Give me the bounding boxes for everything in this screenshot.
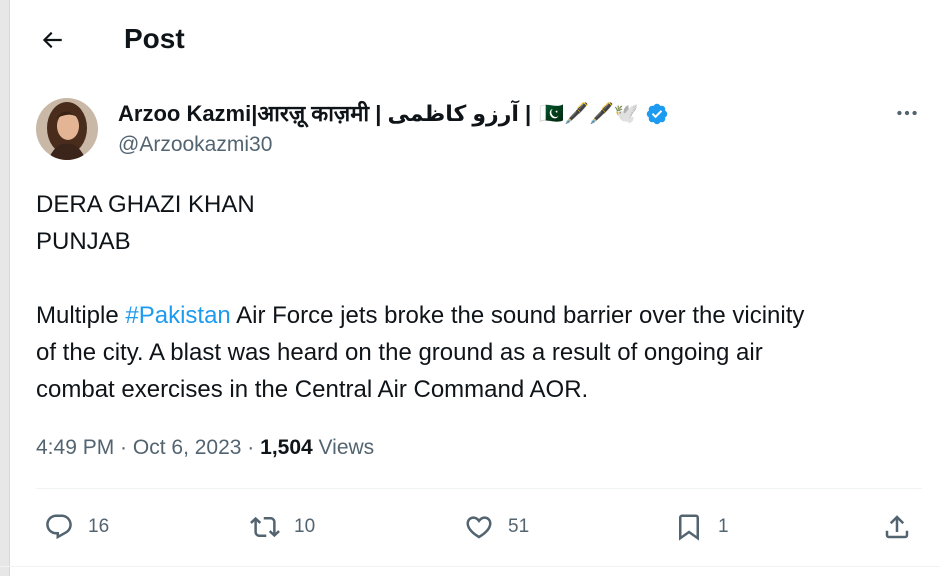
views-count: 1,504: [260, 436, 313, 459]
tweet-paragraph-gap: [36, 260, 926, 297]
like-button[interactable]: 51: [464, 506, 529, 548]
back-button[interactable]: [34, 22, 70, 58]
action-bar: 16 10 51 1: [0, 506, 940, 548]
repost-icon: [250, 516, 280, 538]
author-display-name[interactable]: Arzoo Kazmi|आरज़ू काज़मी | آرزو کاظمی |: [118, 100, 531, 128]
page-title: Post: [124, 23, 185, 54]
tweet-text: DERA GHAZI KHAN PUNJAB Multiple #Pakista…: [36, 186, 926, 408]
tweet-body-rest: Air Force jets broke the sound barrier o…: [230, 302, 805, 329]
tweet-line-region: PUNJAB: [36, 228, 131, 255]
tweet-line-location: DERA GHAZI KHAN: [36, 191, 255, 218]
bookmark-button[interactable]: 1: [674, 506, 729, 548]
arrow-left-icon: [42, 31, 62, 49]
share-button[interactable]: [882, 506, 912, 548]
page-header: Post: [0, 0, 940, 78]
window-left-edge: [0, 0, 9, 576]
views-label: Views: [312, 436, 375, 459]
divider: [36, 488, 922, 489]
share-icon: [885, 515, 909, 539]
more-options-button[interactable]: [890, 98, 924, 128]
like-count: 51: [508, 516, 530, 537]
repost-button[interactable]: 10: [250, 506, 315, 548]
tweet-meta: 4:49 PM · Oct 6, 2023 · 1,504 Views: [36, 434, 374, 462]
column-border: [9, 0, 10, 576]
repost-count: 10: [294, 516, 316, 537]
name-emoji: 🇵🇰🖋️🖋️🕊️: [539, 103, 639, 125]
tweet-body-line-1: Multiple #Pakistan Air Force jets broke …: [36, 297, 926, 334]
meta-separator: ·: [114, 436, 133, 459]
reply-icon: [46, 514, 72, 540]
tweet-date[interactable]: Oct 6, 2023: [133, 436, 242, 459]
verified-badge-icon[interactable]: [645, 102, 669, 126]
tweet-body-line-2: of the city. A blast was heard on the gr…: [36, 339, 763, 366]
avatar[interactable]: [36, 98, 98, 160]
tweet-body-line-3: combat exercises in the Central Air Comm…: [36, 376, 589, 403]
reply-button[interactable]: 16: [44, 506, 109, 548]
profile-photo: [36, 98, 98, 160]
meta-separator: ·: [241, 436, 261, 459]
heart-icon: [466, 516, 492, 539]
bookmark-count: 1: [718, 516, 729, 537]
reply-count: 16: [88, 516, 110, 537]
tweet-body-prefix: Multiple: [36, 302, 126, 329]
author-name-row: Arzoo Kazmi|आरज़ू काज़मी | آرزو کاظمی | …: [118, 98, 669, 130]
author-handle[interactable]: @Arzookazmi30: [118, 132, 272, 158]
bottom-divider: [0, 566, 940, 567]
bookmark-icon: [679, 514, 699, 541]
tweet-time[interactable]: 4:49 PM: [36, 436, 114, 459]
hashtag-link[interactable]: #Pakistan: [125, 302, 230, 329]
more-horizontal-icon: [897, 110, 917, 116]
